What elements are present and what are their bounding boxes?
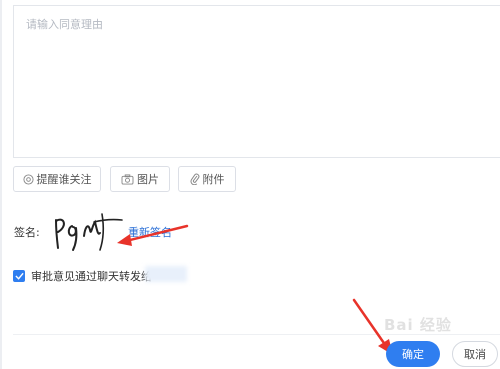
forward-checkbox[interactable] (13, 270, 25, 282)
forward-option[interactable]: 审批意见通过聊天转发给 (13, 268, 152, 284)
paperclip-icon (190, 173, 200, 185)
camera-icon (121, 173, 134, 185)
reason-placeholder: 请输入同意理由 (26, 18, 103, 31)
image-button[interactable]: 图片 (110, 166, 170, 192)
redacted-recipient (145, 266, 187, 282)
cancel-button[interactable]: 取消 (452, 341, 498, 367)
signature-label: 签名: (14, 226, 40, 239)
forward-label: 审批意见通过聊天转发给 (31, 270, 152, 283)
check-icon (14, 272, 24, 280)
baidu-jingyan-watermark: Bai 经验 (384, 316, 452, 334)
image-label: 图片 (137, 173, 159, 186)
attachment-button[interactable]: 附件 (178, 166, 236, 192)
mention-button[interactable]: 提醒谁关注 (13, 166, 101, 192)
at-icon (22, 173, 34, 185)
handwritten-signature (55, 213, 123, 251)
confirm-button[interactable]: 确定 (386, 341, 440, 367)
reason-textarea[interactable]: 请输入同意理由 (13, 5, 500, 158)
resign-link[interactable]: 重新签名 (128, 224, 172, 240)
left-panel-edge (0, 0, 2, 369)
mention-label: 提醒谁关注 (36, 173, 92, 186)
attachment-label: 附件 (202, 173, 225, 186)
